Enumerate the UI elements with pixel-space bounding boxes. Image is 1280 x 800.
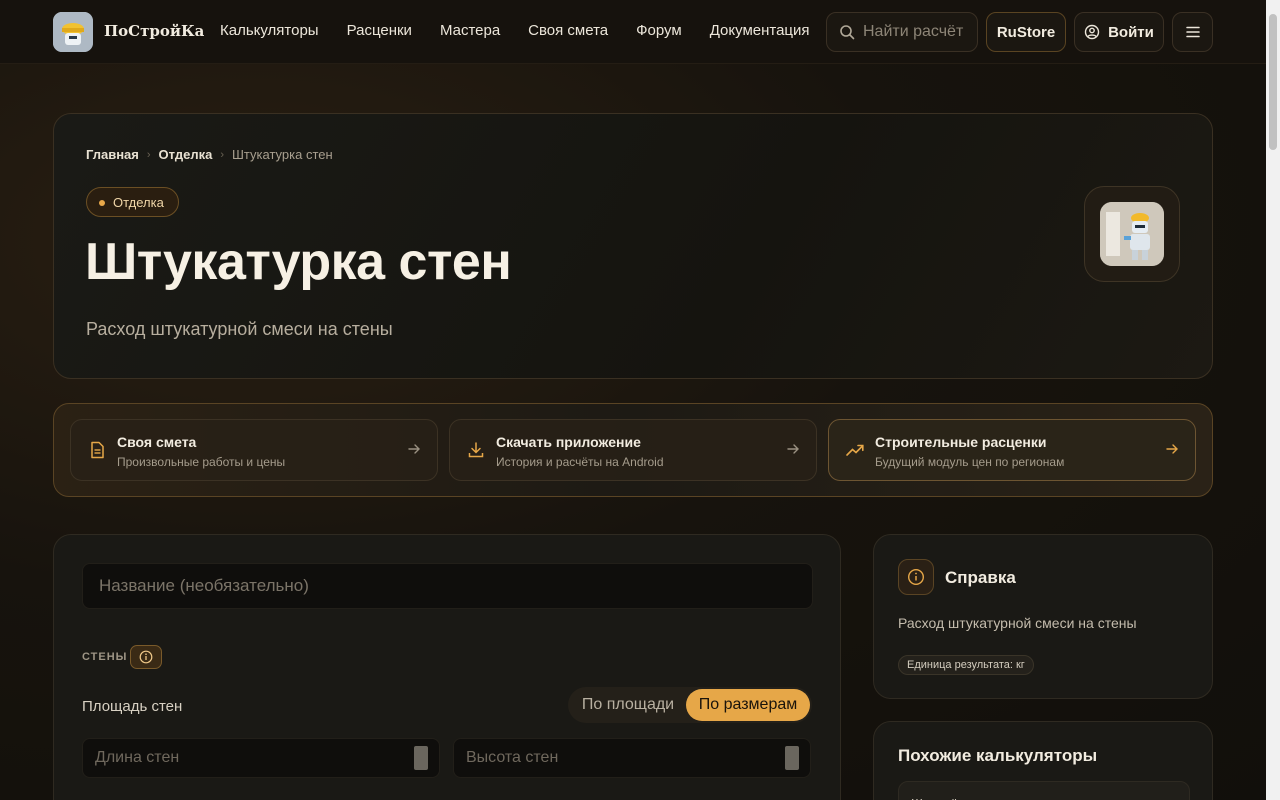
quick-link-download-app[interactable]: Скачать приложение История и расчёты на … xyxy=(449,419,817,481)
document-icon xyxy=(91,441,104,459)
help-description: Расход штукатурной смеси на стены xyxy=(898,615,1137,631)
breadcrumb: Главная › Отделка › Штукатурка стен xyxy=(86,147,333,162)
page-subtitle: Расход штукатурной смеси на стены xyxy=(86,319,393,339)
breadcrumb-home[interactable]: Главная xyxy=(86,147,139,162)
quick-link-construction-rates[interactable]: Строительные расценки Будущий модуль цен… xyxy=(828,419,1196,481)
page-scrollbar[interactable] xyxy=(1266,0,1280,800)
menu-button[interactable] xyxy=(1172,12,1213,52)
nav-calculators[interactable]: Калькуляторы xyxy=(220,22,319,39)
nav-rates[interactable]: Расценки xyxy=(347,22,412,39)
help-title: Справка xyxy=(945,568,1016,587)
arrow-right-icon xyxy=(787,444,799,454)
main-nav: Калькуляторы Расценки Мастера Своя смета… xyxy=(220,22,810,39)
login-label: Войти xyxy=(1108,23,1154,41)
mode-by-dimensions[interactable]: По размерам xyxy=(686,689,810,721)
section-info-button[interactable] xyxy=(130,645,162,669)
wall-height-stepper[interactable] xyxy=(785,746,799,770)
quick-link-subtitle: Будущий модуль цен по регионам xyxy=(875,455,1065,469)
hero-panel: Главная › Отделка › Штукатурка стен Отде… xyxy=(53,113,1213,379)
search-label: Найти расчёт xyxy=(863,23,964,40)
plastering-robot-icon xyxy=(1100,202,1164,266)
quick-link-own-estimate[interactable]: Своя смета Произвольные работы и цены xyxy=(70,419,438,481)
calculator-illustration xyxy=(1084,186,1180,282)
builder-mascot-icon xyxy=(53,12,93,52)
quick-link-subtitle: История и расчёты на Android xyxy=(496,455,664,469)
section-label-walls: СТЕНЫ xyxy=(82,651,128,663)
arrow-right-icon xyxy=(408,444,420,454)
nav-documentation[interactable]: Документация xyxy=(710,22,810,39)
breadcrumb-separator: › xyxy=(146,148,151,161)
trend-up-icon xyxy=(846,444,864,456)
wall-length-stepper[interactable] xyxy=(414,746,428,770)
page-title: Штукатурка стен xyxy=(85,233,512,291)
arrow-right-icon xyxy=(1166,444,1178,454)
top-navigation-bar: ПоСтройКа Калькуляторы Расценки Мастера … xyxy=(0,0,1266,64)
help-icon-box xyxy=(898,559,934,595)
breadcrumb-current: Штукатурка стен xyxy=(232,147,333,162)
result-unit-badge: Единица результата: кг xyxy=(898,655,1034,675)
quick-link-title: Строительные расценки xyxy=(875,434,1047,450)
logo-image[interactable] xyxy=(53,12,93,52)
calculation-name-input[interactable] xyxy=(82,563,813,609)
info-icon xyxy=(907,568,925,586)
rustore-button[interactable]: RuStore xyxy=(986,12,1066,52)
search-icon xyxy=(840,25,855,40)
similar-calculators-card: Похожие калькуляторы Шпаклёвка xyxy=(873,721,1213,800)
hamburger-menu-icon xyxy=(1185,26,1200,38)
breadcrumb-separator: › xyxy=(220,148,225,161)
nav-forum[interactable]: Форум xyxy=(636,22,682,39)
search-button[interactable]: Найти расчёт xyxy=(826,12,978,52)
quick-links-panel: Своя смета Произвольные работы и цены Ск… xyxy=(53,403,1213,497)
quick-link-title: Своя смета xyxy=(117,434,197,450)
nav-own-estimate[interactable]: Своя смета xyxy=(528,22,608,39)
similar-calculator-item[interactable]: Шпаклёвка xyxy=(898,781,1190,800)
wall-height-input[interactable] xyxy=(453,738,811,778)
similar-calculators-title: Похожие калькуляторы xyxy=(898,746,1098,765)
input-mode-toggle: По площади По размерам xyxy=(568,687,812,723)
scrollbar-thumb[interactable] xyxy=(1269,14,1277,150)
user-circle-icon xyxy=(1084,24,1100,40)
brand-name[interactable]: ПоСтройКа xyxy=(104,22,204,40)
info-icon xyxy=(139,650,153,664)
download-icon xyxy=(468,442,484,458)
login-button[interactable]: Войти xyxy=(1074,12,1164,52)
wall-length-input[interactable] xyxy=(82,738,440,778)
nav-masters[interactable]: Мастера xyxy=(440,22,500,39)
mode-by-area[interactable]: По площади xyxy=(570,689,686,721)
quick-link-subtitle: Произвольные работы и цены xyxy=(117,455,286,469)
wall-area-label: Площадь стен xyxy=(82,698,183,715)
calculator-form: СТЕНЫ Площадь стен По площади По размера… xyxy=(53,534,841,800)
help-card: Справка Расход штукатурной смеси на стен… xyxy=(873,534,1213,699)
breadcrumb-category[interactable]: Отделка xyxy=(159,147,213,162)
category-tag[interactable]: Отделка xyxy=(86,187,179,217)
quick-link-title: Скачать приложение xyxy=(496,434,641,450)
